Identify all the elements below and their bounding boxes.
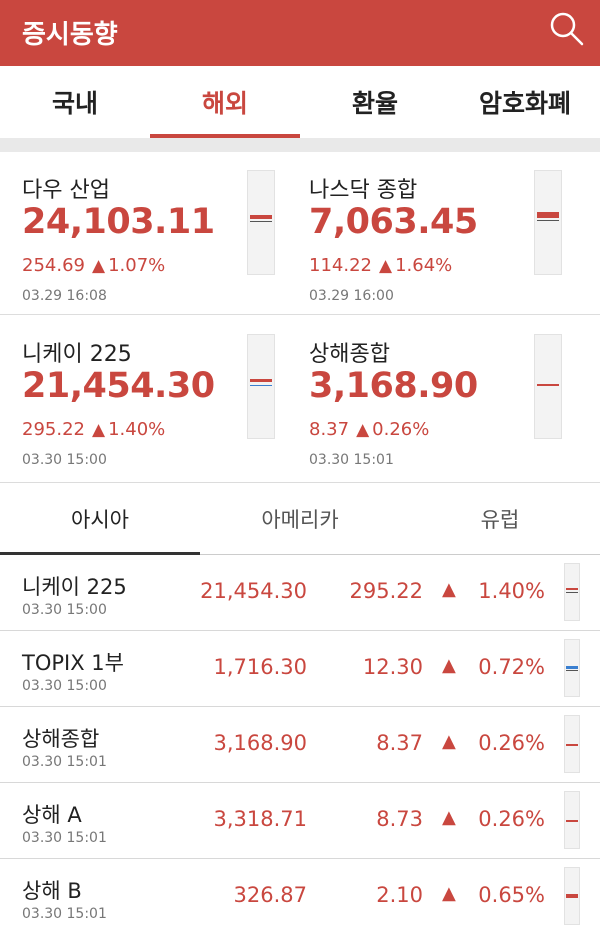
card-change: 8.37 ▲ 0.26% (309, 419, 430, 440)
row-price: 21,454.30 (200, 579, 307, 603)
card-divider (0, 314, 600, 315)
up-arrow-icon: ▲ (91, 420, 106, 440)
row-percent: 0.72% (478, 655, 545, 679)
sparkline-icon (564, 639, 580, 697)
card-price: 7,063.45 (309, 202, 478, 242)
up-arrow-icon: ▲ (442, 807, 456, 828)
app-bar: 증시동향 (0, 0, 600, 66)
list-item[interactable]: 니케이 225 03.30 15:00 21,454.30 295.22 ▲ 1… (0, 555, 600, 631)
card-time: 03.29 16:00 (309, 288, 394, 304)
list-item[interactable]: TOPIX 1부 03.30 15:00 1,716.30 12.30 ▲ 0.… (0, 631, 600, 707)
region-tabs: 아시아 아메리카 유럽 (0, 482, 600, 555)
card-price: 24,103.11 (22, 202, 215, 242)
card-time: 03.30 15:00 (22, 452, 107, 468)
row-change: 8.37 (376, 731, 423, 755)
row-time: 03.30 15:00 (22, 678, 107, 694)
tab-asia[interactable]: 아시아 (0, 483, 200, 555)
card-price: 21,454.30 (22, 366, 215, 406)
row-time: 03.30 15:01 (22, 830, 107, 846)
search-icon[interactable] (546, 8, 586, 48)
card-price: 3,168.90 (309, 366, 478, 406)
tab-europe[interactable]: 유럽 (400, 483, 600, 554)
up-arrow-icon: ▲ (442, 883, 456, 904)
list-item[interactable]: 상해종합 03.30 15:01 3,168.90 8.37 ▲ 0.26% (0, 707, 600, 783)
row-percent: 1.40% (478, 579, 545, 603)
row-change: 8.73 (376, 807, 423, 831)
index-cards: 다우 산업 24,103.11 254.69 ▲ 1.07% 03.29 16:08… (0, 152, 600, 482)
row-name: 상해 A (22, 803, 82, 827)
row-time: 03.30 15:01 (22, 906, 107, 922)
row-change: 295.22 (349, 579, 423, 603)
sparkline-icon (534, 334, 562, 439)
sparkline-icon (564, 867, 580, 925)
row-price: 3,318.71 (213, 807, 307, 831)
row-percent: 0.26% (478, 807, 545, 831)
row-price: 326.87 (233, 883, 307, 907)
up-arrow-icon: ▲ (442, 731, 456, 752)
sparkline-icon (247, 334, 275, 439)
row-price: 3,168.90 (213, 731, 307, 755)
up-arrow-icon: ▲ (442, 579, 456, 600)
row-change: 2.10 (376, 883, 423, 907)
list-item[interactable]: 상해 B 03.30 15:01 326.87 2.10 ▲ 0.65% (0, 859, 600, 926)
section-gap (0, 138, 600, 152)
sparkline-icon (564, 715, 580, 773)
row-name: 상해 B (22, 879, 82, 903)
index-list: 니케이 225 03.30 15:00 21,454.30 295.22 ▲ 1… (0, 555, 600, 926)
up-arrow-icon: ▲ (356, 420, 370, 440)
card-name: 니케이 225 (22, 342, 132, 367)
row-name: 니케이 225 (22, 575, 127, 599)
up-arrow-icon: ▲ (442, 655, 456, 676)
row-time: 03.30 15:00 (22, 602, 107, 618)
row-percent: 0.26% (478, 731, 545, 755)
tab-exchange-rate[interactable]: 환율 (300, 66, 450, 138)
row-name: TOPIX 1부 (22, 651, 124, 675)
sparkline-icon (534, 170, 562, 275)
tab-overseas[interactable]: 해외 (150, 66, 300, 138)
tab-crypto[interactable]: 암호화폐 (450, 66, 600, 138)
card-change: 114.22 ▲ 1.64% (309, 255, 453, 276)
card-change: 254.69 ▲ 1.07% (22, 255, 166, 276)
row-time: 03.30 15:01 (22, 754, 107, 770)
main-tabs: 국내 해외 환율 암호화폐 (0, 66, 600, 138)
tab-americas[interactable]: 아메리카 (200, 483, 400, 554)
row-name: 상해종합 (22, 727, 100, 751)
row-change: 12.30 (362, 655, 423, 679)
row-price: 1,716.30 (213, 655, 307, 679)
card-time: 03.29 16:08 (22, 288, 107, 304)
sparkline-icon (564, 563, 580, 621)
up-arrow-icon: ▲ (91, 256, 106, 276)
card-time: 03.30 15:01 (309, 452, 394, 468)
sparkline-icon (564, 791, 580, 849)
card-name: 나스닥 종합 (309, 178, 418, 203)
sparkline-icon (247, 170, 275, 275)
tab-domestic[interactable]: 국내 (0, 66, 150, 138)
card-name: 다우 산업 (22, 178, 110, 203)
card-change: 295.22 ▲ 1.40% (22, 419, 166, 440)
card-name: 상해종합 (309, 342, 390, 367)
list-item[interactable]: 상해 A 03.30 15:01 3,318.71 8.73 ▲ 0.26% (0, 783, 600, 859)
up-arrow-icon: ▲ (378, 256, 393, 276)
page-title: 증시동향 (22, 20, 118, 50)
row-percent: 0.65% (478, 883, 545, 907)
